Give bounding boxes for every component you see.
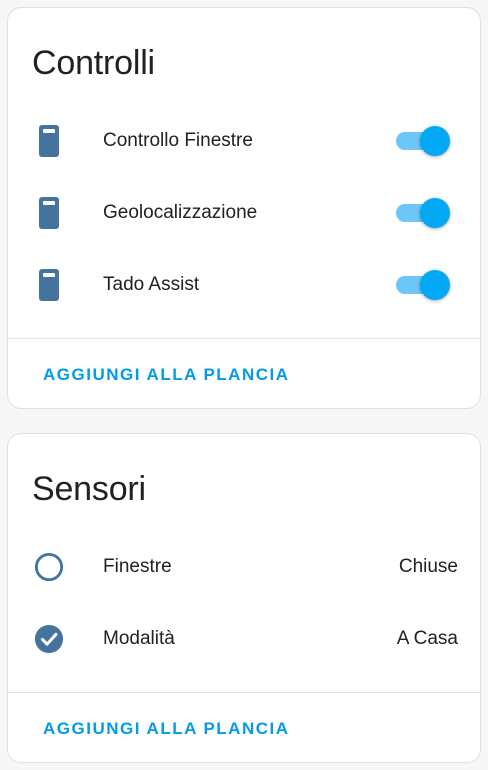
add-to-dashboard-button[interactable]: AGGIUNGI ALLA PLANCIA bbox=[43, 365, 290, 385]
sensor-row-modalita[interactable]: Modalità A Casa bbox=[8, 610, 482, 666]
door-panel-icon bbox=[34, 269, 64, 301]
door-panel-icon bbox=[34, 197, 64, 229]
sensor-state: Chiuse bbox=[398, 556, 458, 577]
toggle-switch[interactable] bbox=[396, 270, 450, 300]
control-row-tado-assist[interactable]: Tado Assist bbox=[8, 256, 482, 312]
control-row-geolocalizzazione[interactable]: Geolocalizzazione bbox=[8, 184, 482, 240]
sensor-label: Finestre bbox=[103, 556, 172, 577]
control-label: Geolocalizzazione bbox=[103, 202, 258, 223]
toggle-switch[interactable] bbox=[396, 126, 450, 156]
check-circle-icon bbox=[34, 624, 64, 654]
card-title: Sensori bbox=[32, 470, 146, 508]
control-label: Tado Assist bbox=[103, 274, 200, 295]
card-divider bbox=[8, 338, 482, 339]
card-divider bbox=[8, 692, 482, 693]
toggle-switch[interactable] bbox=[396, 198, 450, 228]
toggle-knob bbox=[420, 198, 450, 228]
circle-outline-icon bbox=[34, 552, 64, 582]
controls-card: Controlli Controllo Finestre Geolocalizz… bbox=[7, 7, 482, 409]
sensor-row-finestre[interactable]: Finestre Chiuse bbox=[8, 538, 482, 594]
toggle-knob bbox=[420, 270, 450, 300]
card-title: Controlli bbox=[32, 44, 155, 82]
sensors-card: Sensori Finestre Chiuse Modalità A Casa … bbox=[7, 433, 482, 763]
door-panel-icon bbox=[34, 125, 64, 157]
toggle-knob bbox=[420, 126, 450, 156]
sensor-state: A Casa bbox=[396, 628, 458, 649]
control-row-controllo-finestre[interactable]: Controllo Finestre bbox=[8, 112, 482, 168]
sensor-label: Modalità bbox=[103, 628, 175, 649]
add-to-dashboard-button[interactable]: AGGIUNGI ALLA PLANCIA bbox=[43, 719, 290, 739]
control-label: Controllo Finestre bbox=[103, 130, 253, 151]
